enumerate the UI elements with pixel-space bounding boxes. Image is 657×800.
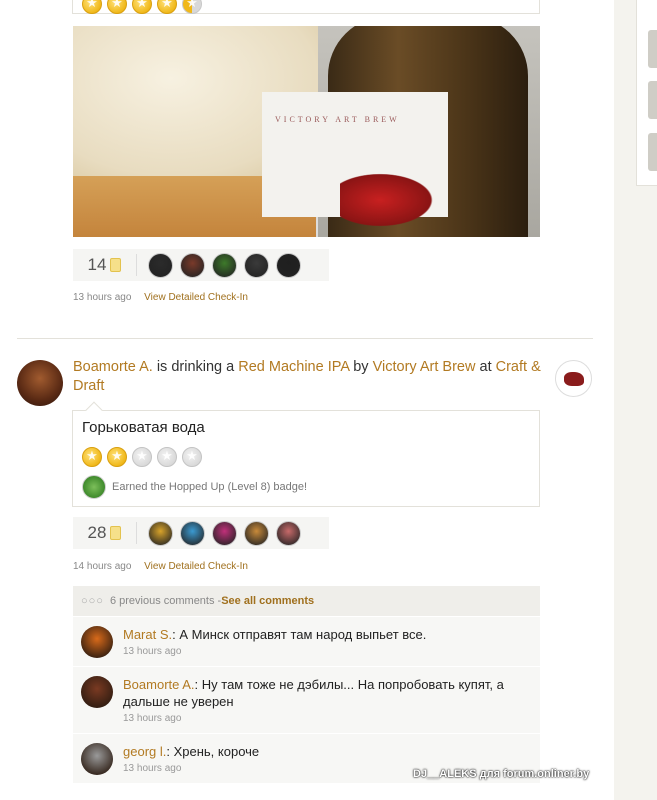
star-icon bbox=[82, 0, 102, 14]
comment-user-link[interactable]: Marat S. bbox=[123, 627, 172, 642]
comment-line: georg l.: Хрень, короче bbox=[123, 743, 530, 760]
toaster-avatar[interactable] bbox=[212, 520, 237, 546]
comment-line: Marat S.: А Минск отправят там народ вып… bbox=[123, 626, 530, 643]
star-icon bbox=[182, 0, 202, 14]
user-link[interactable]: Boamorte A. bbox=[73, 359, 153, 375]
comments-header: ○○○ 6 previous comments - See all commen… bbox=[73, 586, 540, 616]
toast-bar: 28 bbox=[73, 517, 329, 549]
beer-link[interactable]: Red Machine IPA bbox=[238, 359, 349, 375]
view-detailed-checkin-link[interactable]: View Detailed Check-In bbox=[144, 292, 248, 303]
star-icon bbox=[182, 447, 202, 467]
toaster-avatar[interactable] bbox=[212, 252, 237, 278]
star-icon bbox=[107, 447, 127, 467]
toaster-avatar[interactable] bbox=[148, 252, 173, 278]
star-icon bbox=[157, 447, 177, 467]
toast-count: 14 bbox=[87, 255, 107, 274]
checkin-rating bbox=[82, 447, 202, 467]
previous-checkin-meta: 13 hours ago View Detailed Check-In bbox=[73, 292, 248, 303]
star-icon bbox=[132, 447, 152, 467]
sidebar-tab[interactable] bbox=[648, 133, 657, 171]
toaster-avatar[interactable] bbox=[244, 252, 269, 278]
comment-time: 13 hours ago bbox=[123, 713, 182, 724]
view-detailed-checkin-link[interactable]: View Detailed Check-In bbox=[144, 561, 248, 572]
comments-section: ○○○ 6 previous comments - See all commen… bbox=[73, 586, 540, 783]
toaster-avatar[interactable] bbox=[180, 520, 205, 546]
brewery-logo-icon bbox=[563, 371, 584, 386]
checkin-meta: 14 hours ago View Detailed Check-In bbox=[73, 561, 248, 572]
previous-rating bbox=[82, 0, 202, 14]
comment-time: 13 hours ago bbox=[123, 646, 182, 657]
comment-user-link[interactable]: Boamorte A. bbox=[123, 677, 195, 692]
toaster-avatar[interactable] bbox=[180, 252, 205, 278]
previous-comments-count: 6 previous comments - bbox=[109, 595, 222, 607]
comment-item: Boamorte A.: Ну там тоже не дэбилы... На… bbox=[73, 666, 540, 733]
brewery-link[interactable]: Victory Art Brew bbox=[373, 359, 476, 375]
toast-button[interactable]: 28 bbox=[73, 522, 137, 544]
toast-icon bbox=[110, 526, 122, 540]
avatar[interactable] bbox=[81, 626, 113, 658]
brewery-logo[interactable] bbox=[555, 360, 592, 397]
headline-text: is drinking a bbox=[156, 359, 235, 375]
star-icon bbox=[132, 0, 152, 14]
sidebar-tab[interactable] bbox=[648, 81, 657, 119]
avatar[interactable] bbox=[81, 743, 113, 775]
toaster-avatar[interactable] bbox=[148, 520, 173, 546]
checkin-time: 14 hours ago bbox=[73, 561, 132, 572]
see-all-comments-link[interactable]: See all comments bbox=[221, 595, 314, 607]
comment-text: : А Минск отправят там народ выпьет все. bbox=[172, 627, 427, 642]
comment-user-link[interactable]: georg l. bbox=[123, 744, 166, 759]
comment-list: Marat S.: А Минск отправят там народ вып… bbox=[73, 616, 540, 783]
toast-icon bbox=[110, 258, 122, 272]
toaster-avatars bbox=[137, 252, 301, 278]
avatar[interactable] bbox=[17, 360, 63, 406]
avatar[interactable] bbox=[81, 676, 113, 708]
headline-text: at bbox=[479, 359, 492, 375]
star-icon bbox=[82, 447, 102, 467]
previous-toast-bar: 14 bbox=[73, 249, 329, 281]
star-icon bbox=[157, 0, 177, 14]
watermark: DJ__ALEKS для forum.onliner.by bbox=[413, 768, 590, 780]
comment-item: Marat S.: А Минск отправят там народ вып… bbox=[73, 616, 540, 666]
headline-text: by bbox=[353, 359, 369, 375]
badge-text: Earned the Hopped Up (Level 8) badge! bbox=[112, 481, 308, 493]
toaster-avatars bbox=[137, 520, 301, 546]
sidebar-tab[interactable] bbox=[648, 30, 657, 68]
toaster-avatar[interactable] bbox=[276, 520, 301, 546]
comment-text: : Хрень, короче bbox=[166, 744, 260, 759]
comment-line: Boamorte A.: Ну там тоже не дэбилы... На… bbox=[123, 676, 530, 710]
checkin-headline: Boamorte A. is drinking a Red Machine IP… bbox=[73, 358, 543, 396]
feed-divider bbox=[17, 338, 593, 339]
toaster-avatar[interactable] bbox=[276, 252, 301, 278]
dots-icon: ○○○ bbox=[81, 595, 104, 607]
bottle-label-art bbox=[340, 170, 440, 230]
toast-count: 28 bbox=[87, 523, 107, 542]
star-icon bbox=[107, 0, 127, 14]
badge-row: Earned the Hopped Up (Level 8) badge! bbox=[82, 475, 307, 499]
toaster-avatar[interactable] bbox=[244, 520, 269, 546]
toast-button[interactable]: 14 bbox=[73, 254, 137, 276]
checkin-time: 13 hours ago bbox=[73, 292, 132, 303]
hop-badge-icon[interactable] bbox=[82, 475, 106, 499]
checkin-comment: Горьковатая вода bbox=[82, 419, 205, 436]
bottle-label-text: VICTORY ART BREW bbox=[275, 115, 400, 124]
